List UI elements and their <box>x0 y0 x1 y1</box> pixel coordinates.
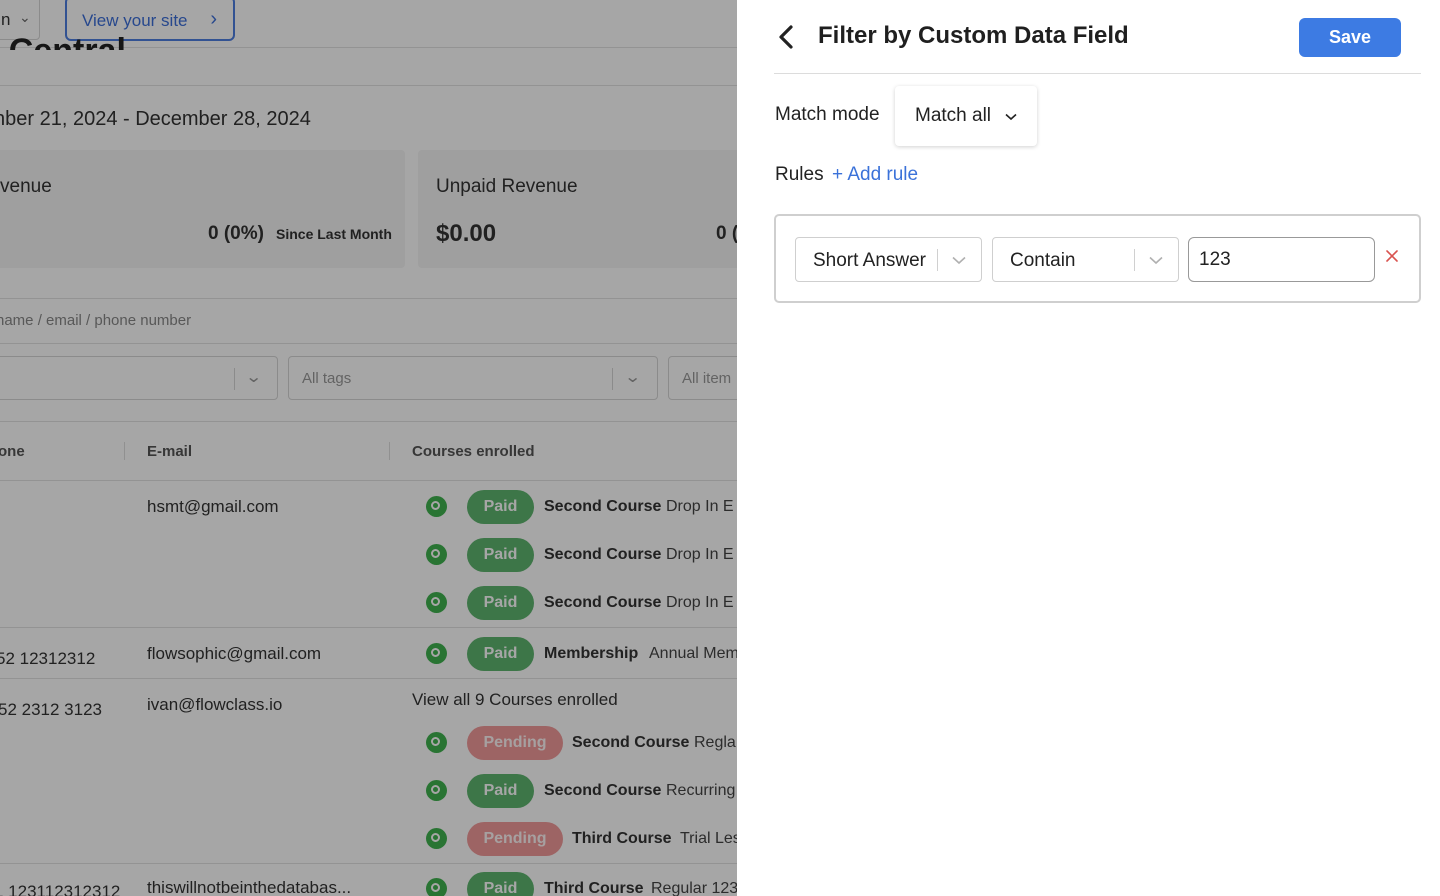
remove-rule-icon[interactable] <box>1385 249 1399 263</box>
divider <box>1134 249 1135 271</box>
field-select[interactable]: Short Answer <box>795 237 982 282</box>
rules-label: Rules <box>775 164 824 185</box>
match-mode-value: Match all <box>915 105 992 126</box>
field-select-value: Short Answer <box>813 250 926 271</box>
chevron-down-icon <box>1005 113 1017 121</box>
match-mode-select[interactable]: Match all <box>895 86 1037 146</box>
chevron-down-icon <box>1149 256 1163 265</box>
panel-title: Filter by Custom Data Field <box>818 22 1129 49</box>
modal-backdrop[interactable] <box>0 0 737 896</box>
divider <box>937 249 938 271</box>
operator-select-value: Contain <box>1010 250 1076 271</box>
operator-select[interactable]: Contain <box>992 237 1179 282</box>
match-mode-label: Match mode <box>775 104 880 125</box>
add-rule-button[interactable]: + Add rule <box>832 164 918 186</box>
chevron-down-icon <box>952 256 966 265</box>
save-button[interactable]: Save <box>1299 18 1401 57</box>
rule-row: Short Answer Contain <box>774 214 1421 303</box>
back-button[interactable] <box>777 24 799 50</box>
rule-value-input[interactable] <box>1188 237 1375 282</box>
divider <box>774 73 1421 74</box>
chevron-left-icon <box>779 25 793 49</box>
filter-panel: Filter by Custom Data Field Save Match m… <box>737 0 1440 896</box>
